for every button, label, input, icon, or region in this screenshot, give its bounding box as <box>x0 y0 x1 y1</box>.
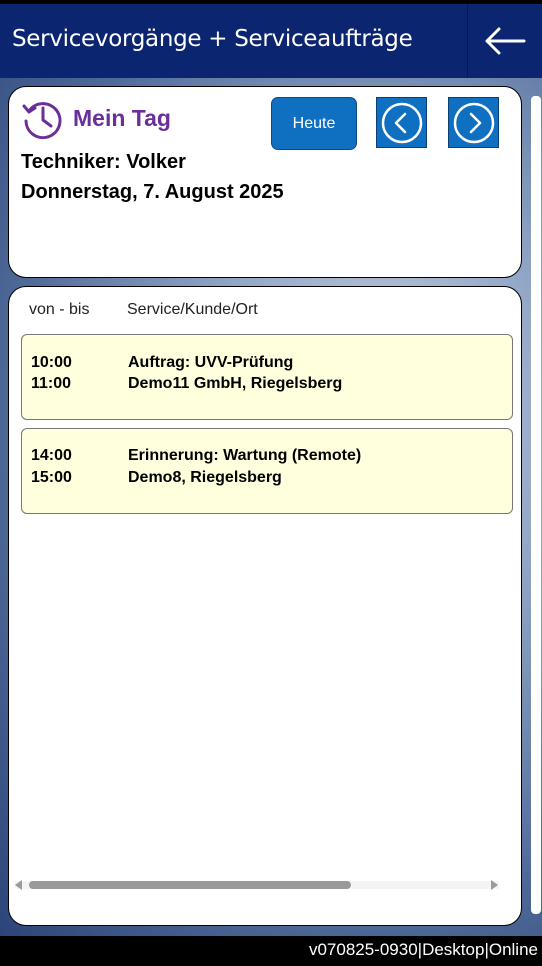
column-header-service: Service/Kunde/Ort <box>127 301 258 318</box>
date-label: Donnerstag, 7. August 2025 <box>21 181 284 203</box>
header-top-edge <box>0 0 542 4</box>
appointment-to: 15:00 <box>31 469 72 486</box>
appointment-title: Auftrag: UVV-Prüfung <box>128 354 294 371</box>
scroll-right-arrow-icon[interactable] <box>491 880 498 890</box>
previous-day-button[interactable] <box>376 97 427 148</box>
page-title: Servicevorgänge + Serviceaufträge <box>12 26 413 52</box>
version-label: v070825-0930|Desktop|Online <box>308 940 538 959</box>
appointment-item[interactable]: 10:00 11:00 Auftrag: UVV-Prüfung Demo11 … <box>21 334 513 420</box>
next-day-button[interactable] <box>448 97 499 148</box>
appointment-to: 11:00 <box>31 375 72 392</box>
technician-label: Techniker: Volker <box>21 151 186 173</box>
appointment-from: 10:00 <box>31 354 72 371</box>
app-header: Servicevorgänge + Serviceaufträge <box>0 0 542 78</box>
today-button[interactable]: Heute <box>271 97 357 150</box>
history-clock-icon <box>22 102 62 140</box>
scroll-left-arrow-icon[interactable] <box>15 880 22 890</box>
schedule-card: von - bis Service/Kunde/Ort 10:00 11:00 … <box>8 286 522 926</box>
chevron-left-circle-icon <box>381 102 422 143</box>
column-header-time: von - bis <box>29 301 90 318</box>
arrow-left-icon <box>485 27 526 55</box>
appointment-customer: Demo11 GmbH, Riegelsberg <box>128 375 343 392</box>
mein-tag-heading: Mein Tag <box>73 105 171 131</box>
appointment-item[interactable]: 14:00 15:00 Erinnerung: Wartung (Remote)… <box>21 428 513 514</box>
back-button[interactable] <box>467 4 542 78</box>
vertical-scrollbar[interactable] <box>531 96 541 914</box>
appointment-customer: Demo8, Riegelsberg <box>128 469 282 486</box>
day-card: Mein Tag Heute Techniker: Volker Donners… <box>8 86 522 278</box>
appointment-title: Erinnerung: Wartung (Remote) <box>128 447 362 464</box>
scrollbar-thumb[interactable] <box>29 881 351 889</box>
horizontal-scrollbar[interactable] <box>15 877 499 893</box>
status-footer: v070825-0930|Desktop|Online <box>0 936 542 966</box>
chevron-right-circle-icon <box>453 102 494 143</box>
appointment-from: 14:00 <box>31 447 72 464</box>
